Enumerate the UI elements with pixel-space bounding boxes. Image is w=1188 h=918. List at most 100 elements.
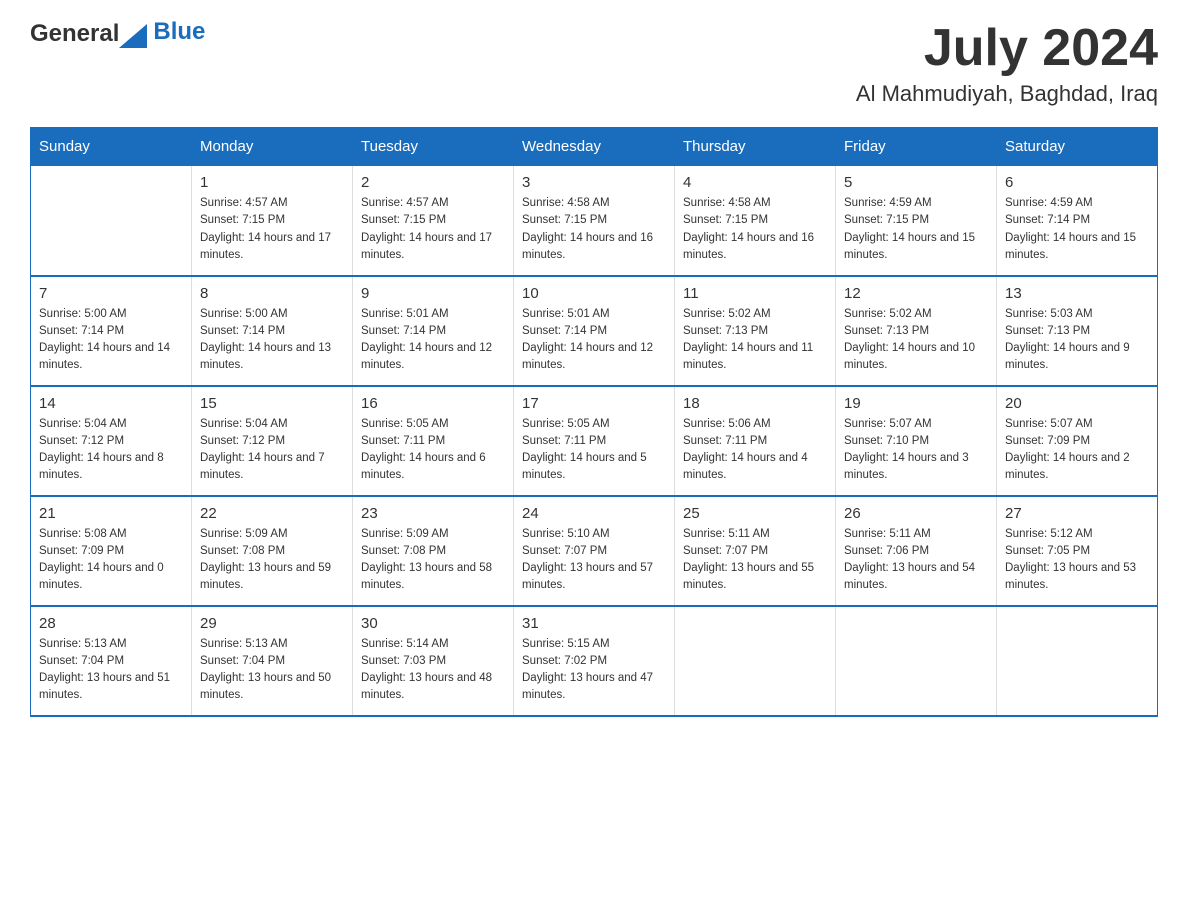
- day-detail: Sunrise: 5:14 AMSunset: 7:03 PMDaylight:…: [361, 636, 505, 705]
- calendar-week-row: 14 Sunrise: 5:04 AMSunset: 7:12 PMDayligh…: [31, 386, 1158, 496]
- day-detail: Sunrise: 5:02 AMSunset: 7:13 PMDaylight:…: [683, 306, 827, 375]
- day-number: 22: [200, 505, 344, 522]
- calendar-cell: 2 Sunrise: 4:57 AMSunset: 7:15 PMDaylight…: [353, 166, 514, 276]
- day-number: 12: [844, 285, 988, 302]
- day-number: 31: [522, 615, 666, 632]
- page-header: General Blue July 2024 Al Mahmudiyah, Ba…: [30, 20, 1158, 107]
- logo: General Blue: [30, 20, 205, 48]
- calendar-cell: 12Sunrise: 5:02 AMSunset: 7:13 PMDayligh…: [836, 276, 997, 386]
- day-detail: Sunrise: 5:09 AMSunset: 7:08 PMDaylight:…: [361, 526, 505, 595]
- day-detail: Sunrise: 5:00 AMSunset: 7:14 PMDaylight:…: [200, 306, 344, 375]
- calendar-cell: 15 Sunrise: 5:04 AMSunset: 7:12 PMDayligh…: [192, 386, 353, 496]
- calendar-cell: [675, 606, 836, 716]
- day-number: 20: [1005, 395, 1149, 412]
- calendar-cell: 5 Sunrise: 4:59 AMSunset: 7:15 PMDaylight…: [836, 166, 997, 276]
- day-detail: Sunrise: 4:59 AMSunset: 7:15 PMDaylight:…: [844, 195, 988, 264]
- day-detail: Sunrise: 5:09 AMSunset: 7:08 PMDaylight:…: [200, 526, 344, 595]
- title-block: July 2024 Al Mahmudiyah, Baghdad, Iraq: [856, 20, 1158, 107]
- calendar-cell: 20 Sunrise: 5:07 AMSunset: 7:09 PMDayligh…: [997, 386, 1158, 496]
- location-subtitle: Al Mahmudiyah, Baghdad, Iraq: [856, 81, 1158, 107]
- day-number: 8: [200, 285, 344, 302]
- day-detail: Sunrise: 5:05 AMSunset: 7:11 PMDaylight:…: [522, 416, 666, 485]
- day-number: 27: [1005, 505, 1149, 522]
- calendar-cell: 18Sunrise: 5:06 AMSunset: 7:11 PMDayligh…: [675, 386, 836, 496]
- day-detail: Sunrise: 5:12 AMSunset: 7:05 PMDaylight:…: [1005, 526, 1149, 595]
- calendar-cell: 28Sunrise: 5:13 AMSunset: 7:04 PMDayligh…: [31, 606, 192, 716]
- day-number: 14: [39, 395, 183, 412]
- day-number: 29: [200, 615, 344, 632]
- day-detail: Sunrise: 4:57 AMSunset: 7:15 PMDaylight:…: [200, 195, 344, 264]
- day-detail: Sunrise: 5:07 AMSunset: 7:10 PMDaylight:…: [844, 416, 988, 485]
- day-detail: Sunrise: 5:00 AMSunset: 7:14 PMDaylight:…: [39, 306, 183, 375]
- calendar-week-row: 28Sunrise: 5:13 AMSunset: 7:04 PMDayligh…: [31, 606, 1158, 716]
- calendar-cell: 7 Sunrise: 5:00 AMSunset: 7:14 PMDaylight…: [31, 276, 192, 386]
- day-number: 3: [522, 174, 666, 191]
- day-detail: Sunrise: 5:01 AMSunset: 7:14 PMDaylight:…: [522, 306, 666, 375]
- calendar-cell: 26 Sunrise: 5:11 AMSunset: 7:06 PMDayligh…: [836, 496, 997, 606]
- calendar-cell: 30 Sunrise: 5:14 AMSunset: 7:03 PMDayligh…: [353, 606, 514, 716]
- calendar-cell: 3 Sunrise: 4:58 AMSunset: 7:15 PMDaylight…: [514, 166, 675, 276]
- day-number: 25: [683, 505, 827, 522]
- calendar-cell: 23 Sunrise: 5:09 AMSunset: 7:08 PMDayligh…: [353, 496, 514, 606]
- col-saturday: Saturday: [997, 128, 1158, 166]
- calendar-week-row: 21Sunrise: 5:08 AMSunset: 7:09 PMDayligh…: [31, 496, 1158, 606]
- calendar-cell: 1 Sunrise: 4:57 AMSunset: 7:15 PMDaylight…: [192, 166, 353, 276]
- col-monday: Monday: [192, 128, 353, 166]
- day-number: 16: [361, 395, 505, 412]
- col-wednesday: Wednesday: [514, 128, 675, 166]
- day-number: 15: [200, 395, 344, 412]
- day-detail: Sunrise: 5:11 AMSunset: 7:06 PMDaylight:…: [844, 526, 988, 595]
- day-number: 10: [522, 285, 666, 302]
- calendar-cell: 27 Sunrise: 5:12 AMSunset: 7:05 PMDayligh…: [997, 496, 1158, 606]
- day-detail: Sunrise: 5:10 AMSunset: 7:07 PMDaylight:…: [522, 526, 666, 595]
- day-number: 7: [39, 285, 183, 302]
- day-number: 18: [683, 395, 827, 412]
- day-detail: Sunrise: 5:05 AMSunset: 7:11 PMDaylight:…: [361, 416, 505, 485]
- calendar-cell: [31, 166, 192, 276]
- calendar-cell: 10 Sunrise: 5:01 AMSunset: 7:14 PMDayligh…: [514, 276, 675, 386]
- day-number: 5: [844, 174, 988, 191]
- calendar-cell: 21Sunrise: 5:08 AMSunset: 7:09 PMDayligh…: [31, 496, 192, 606]
- calendar-table: Sunday Monday Tuesday Wednesday Thursday…: [30, 127, 1158, 717]
- day-detail: Sunrise: 4:59 AMSunset: 7:14 PMDaylight:…: [1005, 195, 1149, 264]
- day-number: 17: [522, 395, 666, 412]
- day-number: 4: [683, 174, 827, 191]
- day-number: 1: [200, 174, 344, 191]
- logo-general-text: General: [30, 20, 119, 48]
- day-number: 24: [522, 505, 666, 522]
- day-number: 6: [1005, 174, 1149, 191]
- calendar-cell: [836, 606, 997, 716]
- day-detail: Sunrise: 4:57 AMSunset: 7:15 PMDaylight:…: [361, 195, 505, 264]
- calendar-header-row: Sunday Monday Tuesday Wednesday Thursday…: [31, 128, 1158, 166]
- day-detail: Sunrise: 5:03 AMSunset: 7:13 PMDaylight:…: [1005, 306, 1149, 375]
- calendar-cell: 22 Sunrise: 5:09 AMSunset: 7:08 PMDayligh…: [192, 496, 353, 606]
- col-tuesday: Tuesday: [353, 128, 514, 166]
- day-detail: Sunrise: 5:04 AMSunset: 7:12 PMDaylight:…: [200, 416, 344, 485]
- calendar-cell: 14Sunrise: 5:04 AMSunset: 7:12 PMDayligh…: [31, 386, 192, 496]
- day-number: 23: [361, 505, 505, 522]
- calendar-cell: 9Sunrise: 5:01 AMSunset: 7:14 PMDaylight…: [353, 276, 514, 386]
- day-number: 19: [844, 395, 988, 412]
- logo-triangle-icon: [119, 20, 147, 48]
- calendar-week-row: 1 Sunrise: 4:57 AMSunset: 7:15 PMDaylight…: [31, 166, 1158, 276]
- day-number: 2: [361, 174, 505, 191]
- day-detail: Sunrise: 4:58 AMSunset: 7:15 PMDaylight:…: [522, 195, 666, 264]
- day-detail: Sunrise: 5:08 AMSunset: 7:09 PMDaylight:…: [39, 526, 183, 595]
- day-detail: Sunrise: 5:15 AMSunset: 7:02 PMDaylight:…: [522, 636, 666, 705]
- day-detail: Sunrise: 4:58 AMSunset: 7:15 PMDaylight:…: [683, 195, 827, 264]
- calendar-cell: 6 Sunrise: 4:59 AMSunset: 7:14 PMDaylight…: [997, 166, 1158, 276]
- calendar-cell: 19 Sunrise: 5:07 AMSunset: 7:10 PMDayligh…: [836, 386, 997, 496]
- calendar-cell: 11Sunrise: 5:02 AMSunset: 7:13 PMDayligh…: [675, 276, 836, 386]
- month-year-title: July 2024: [856, 20, 1158, 77]
- calendar-week-row: 7 Sunrise: 5:00 AMSunset: 7:14 PMDaylight…: [31, 276, 1158, 386]
- calendar-cell: 4 Sunrise: 4:58 AMSunset: 7:15 PMDaylight…: [675, 166, 836, 276]
- calendar-cell: 25Sunrise: 5:11 AMSunset: 7:07 PMDayligh…: [675, 496, 836, 606]
- day-detail: Sunrise: 5:07 AMSunset: 7:09 PMDaylight:…: [1005, 416, 1149, 485]
- calendar-cell: 17 Sunrise: 5:05 AMSunset: 7:11 PMDayligh…: [514, 386, 675, 496]
- calendar-cell: 24 Sunrise: 5:10 AMSunset: 7:07 PMDayligh…: [514, 496, 675, 606]
- day-number: 30: [361, 615, 505, 632]
- day-number: 26: [844, 505, 988, 522]
- calendar-cell: 13Sunrise: 5:03 AMSunset: 7:13 PMDayligh…: [997, 276, 1158, 386]
- day-detail: Sunrise: 5:13 AMSunset: 7:04 PMDaylight:…: [39, 636, 183, 705]
- logo-blue-text: Blue: [153, 18, 205, 46]
